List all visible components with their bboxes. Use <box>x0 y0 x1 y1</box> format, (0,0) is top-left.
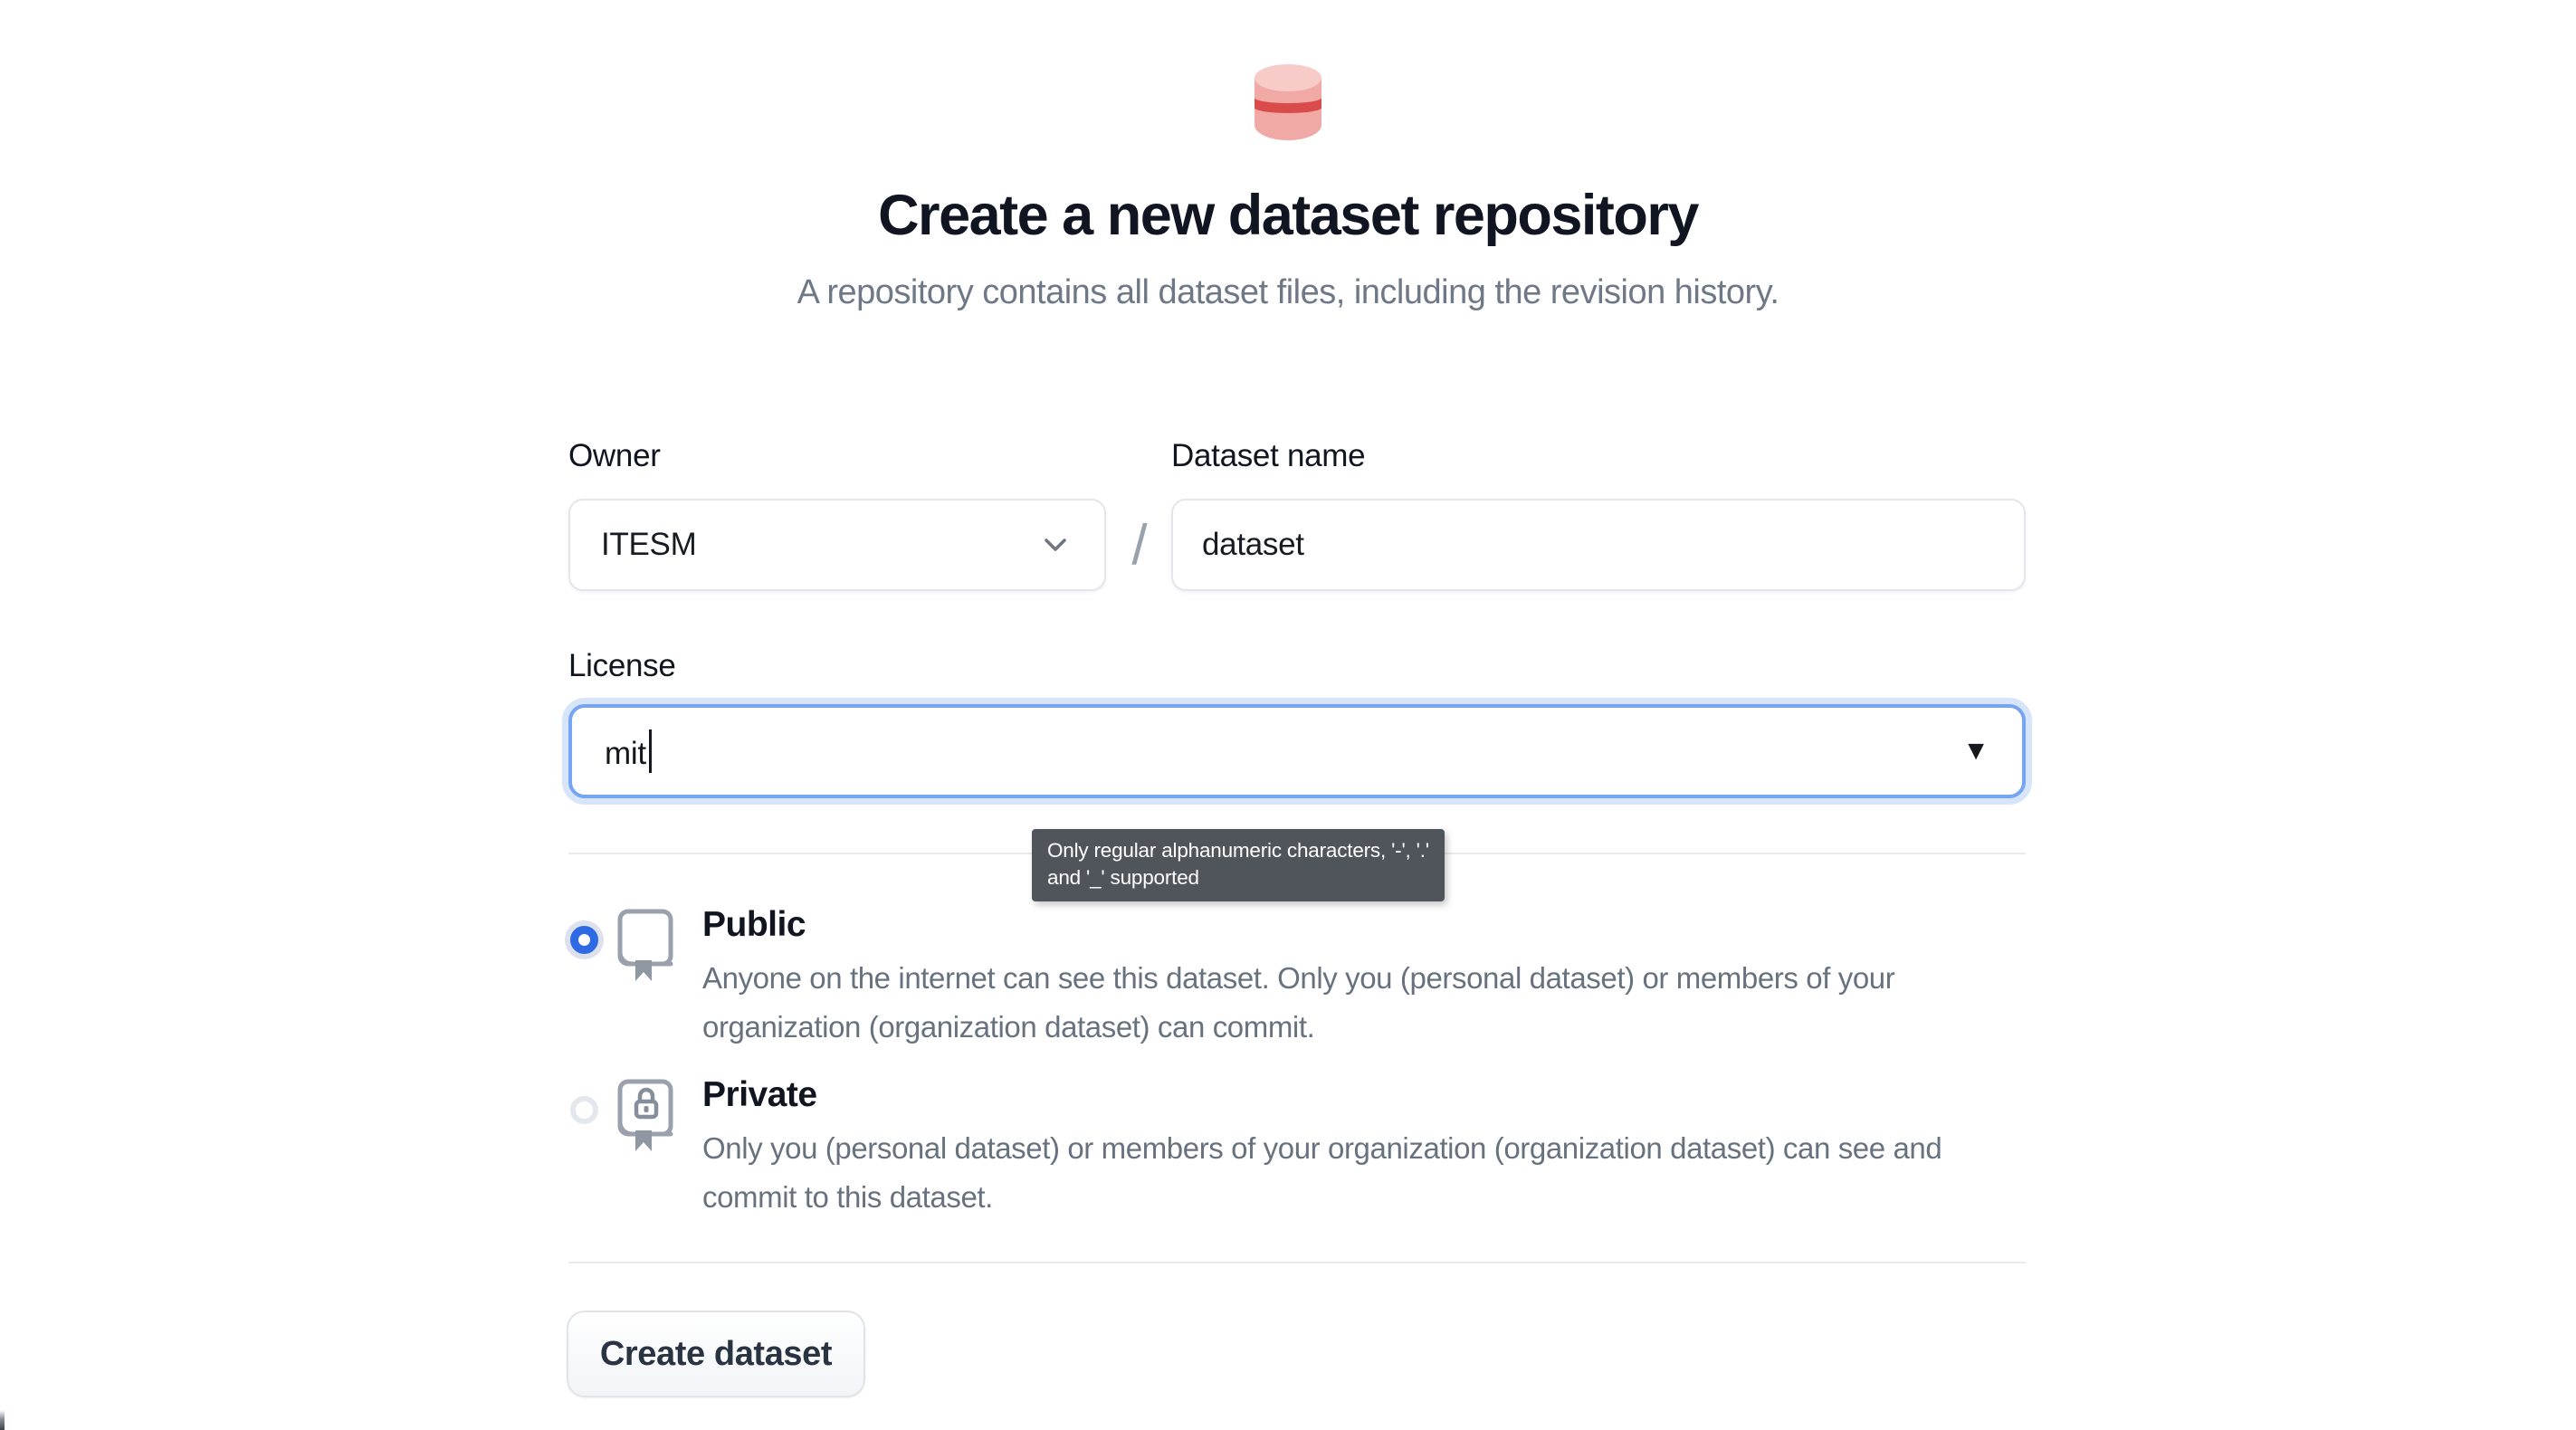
create-dataset-page: Create a new dataset repository A reposi… <box>0 0 2576 1430</box>
public-desc-line-1: Anyone on the internet can see this data… <box>702 954 1894 1003</box>
license-label: License <box>568 648 676 684</box>
dataset-name-input[interactable] <box>1171 499 2026 591</box>
page-subtitle: A repository contains all dataset files,… <box>0 270 2576 315</box>
path-separator: / <box>1108 496 1171 594</box>
public-desc-line-2: organization (organization dataset) can … <box>702 1003 1894 1052</box>
dataset-name-label: Dataset name <box>1171 438 1365 474</box>
private-option-label[interactable]: Private <box>702 1075 817 1115</box>
tooltip-line-1: Only regular alphanumeric characters, '-… <box>1047 837 1429 864</box>
public-option-label[interactable]: Public <box>702 905 806 945</box>
private-option-description: Only you (personal dataset) or members o… <box>702 1124 1942 1222</box>
public-radio[interactable] <box>570 926 598 954</box>
text-caret <box>649 729 652 773</box>
owner-label: Owner <box>568 438 661 474</box>
public-dataset-book-icon <box>617 909 675 983</box>
clipped-edge-artifact <box>0 1410 5 1430</box>
private-dataset-lock-book-icon <box>617 1079 675 1153</box>
public-option-description: Anyone on the internet can see this data… <box>702 954 1894 1052</box>
tooltip-line-2: and '_' supported <box>1047 864 1429 891</box>
license-combobox[interactable]: mit ▼ <box>568 704 2026 798</box>
private-desc-line-1: Only you (personal dataset) or members o… <box>702 1124 1942 1173</box>
create-dataset-button[interactable]: Create dataset <box>567 1311 865 1397</box>
private-radio[interactable] <box>570 1096 598 1124</box>
license-dropdown-arrow-icon[interactable]: ▼ <box>1962 738 1989 765</box>
owner-selected-value: ITESM <box>601 527 696 563</box>
page-title: Create a new dataset repository <box>0 177 2576 253</box>
section-divider-bottom <box>568 1262 2026 1263</box>
private-desc-line-2: commit to this dataset. <box>702 1173 1942 1222</box>
chevron-down-icon <box>1037 527 1073 563</box>
owner-select[interactable]: ITESM <box>568 499 1106 591</box>
database-icon <box>1254 63 1322 147</box>
license-value: mit <box>605 736 646 771</box>
name-validation-tooltip: Only regular alphanumeric characters, '-… <box>1032 829 1445 901</box>
